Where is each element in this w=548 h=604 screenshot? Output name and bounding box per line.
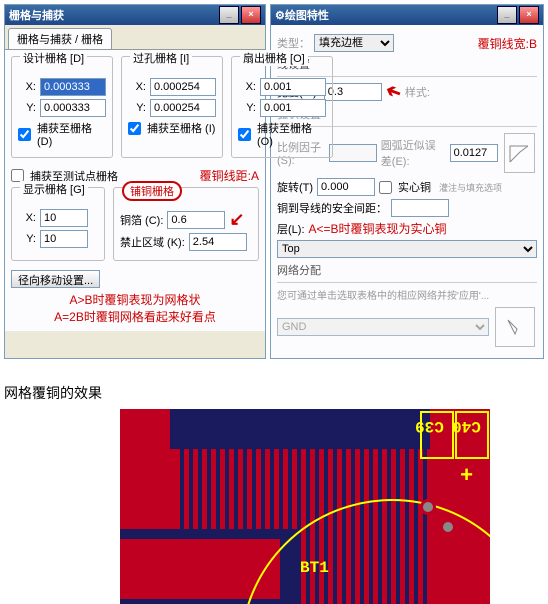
- refdes-c40: C40: [452, 417, 481, 435]
- tab-grid[interactable]: 栅格与捕获 / 栅格: [8, 28, 112, 49]
- close-button[interactable]: ×: [519, 6, 539, 24]
- fanout-snap-check[interactable]: [238, 128, 251, 141]
- group-design-grid: 设计栅格 [D] X: Y: 捕获至栅格 (D): [11, 56, 113, 158]
- refdes-bt1: BT1: [300, 559, 329, 577]
- group-label-hatch: 铺铜栅格: [122, 181, 182, 201]
- annotation-rule1: A>B时覆铜表现为网格状: [11, 291, 259, 308]
- gear-icon: ⚙: [275, 9, 285, 22]
- fanout-y-input[interactable]: [260, 99, 326, 117]
- plus-mark: +: [460, 464, 473, 489]
- result-caption: 网格覆铜的效果: [4, 383, 544, 403]
- net-tip: 您可通过单击选取表格中的相应网络并按'应用'...: [277, 287, 537, 302]
- group-via-grid: 过孔栅格 [I] X: Y: 捕获至栅格 (I): [121, 56, 223, 158]
- annotation-b: 覆铜线宽:B: [478, 35, 537, 52]
- annotation-rule2: A=2B时覆铜网格看起来好看点: [11, 308, 259, 325]
- solid-copper-check[interactable]: [379, 181, 392, 194]
- keepout-input[interactable]: [189, 233, 247, 251]
- refdes-c39: C39: [415, 417, 444, 435]
- arrow-icon: ➔: [383, 79, 404, 104]
- display-y-input[interactable]: [40, 230, 88, 248]
- pcb-preview: for(let i=0;i<28;i++)document.write('<di…: [120, 409, 490, 604]
- pour-options-label: 灌注与填充选项: [439, 181, 502, 194]
- design-y-input[interactable]: [40, 99, 106, 117]
- copper-input[interactable]: [167, 211, 225, 229]
- via-y-input[interactable]: [150, 99, 216, 117]
- rotation-input[interactable]: [317, 178, 375, 196]
- minimize-button[interactable]: _: [219, 6, 239, 24]
- title-text: 绘图特性: [285, 7, 329, 23]
- radial-move-button[interactable]: 径向移动设置...: [11, 270, 100, 288]
- design-x-input[interactable]: [40, 78, 106, 96]
- minimize-button[interactable]: _: [497, 6, 517, 24]
- scale-input: [329, 144, 377, 162]
- close-button[interactable]: ×: [241, 6, 261, 24]
- group-hatch-grid: 铺铜栅格 铜箔 (C):↙ 禁止区域 (K):: [113, 187, 259, 261]
- via-snap-check[interactable]: [128, 122, 141, 135]
- clearance-input[interactable]: [391, 199, 449, 217]
- net-select: GND: [277, 318, 489, 336]
- group-label: 扇出栅格 [O]: [240, 50, 308, 66]
- via: [440, 519, 456, 535]
- via-x-input[interactable]: [150, 78, 216, 96]
- group-label: 设计栅格 [D]: [20, 50, 87, 66]
- grid-snap-dialog: 栅格与捕获 _ × 栅格与捕获 / 栅格 设计栅格 [D] X: Y: 捕获至栅…: [4, 4, 266, 359]
- arrow-icon: ↙: [229, 209, 244, 230]
- style-select[interactable]: 填充边框: [314, 34, 394, 52]
- group-label: 过孔栅格 [I]: [130, 50, 192, 66]
- net-pick-icon[interactable]: [495, 307, 535, 347]
- fanout-x-input[interactable]: [260, 78, 326, 96]
- titlebar-left: 栅格与捕获 _ ×: [5, 5, 265, 25]
- group-display-grid: 显示栅格 [G] X: Y:: [11, 187, 105, 261]
- section-net: 网络分配: [277, 262, 537, 278]
- title-text: 栅格与捕获: [9, 7, 64, 23]
- via: [420, 499, 436, 515]
- titlebar-right: ⚙ 绘图特性 _ ×: [271, 5, 543, 25]
- layer-select[interactable]: Top: [277, 240, 537, 258]
- group-fanout-grid: 扇出栅格 [O] X: Y: 捕获至栅格 (O): [231, 56, 333, 158]
- shape-preview-icon: [504, 133, 535, 173]
- design-snap-check[interactable]: [18, 128, 31, 141]
- annotation-a: 覆铜线距:A: [200, 167, 259, 184]
- display-x-input[interactable]: [40, 209, 88, 227]
- annotation-rule-b: A<=B时覆铜表现为实心铜: [309, 220, 538, 237]
- approx-input[interactable]: [450, 144, 498, 162]
- group-label: 显示栅格 [G]: [20, 181, 88, 197]
